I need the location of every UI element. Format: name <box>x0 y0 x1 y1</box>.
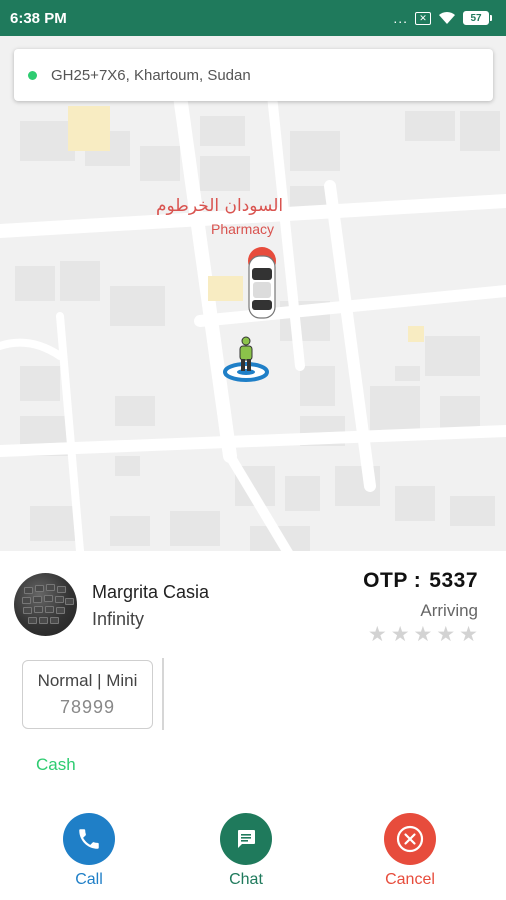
car-marker-icon <box>248 247 276 319</box>
battery-level: 57 <box>463 11 489 25</box>
wifi-icon <box>439 11 455 24</box>
pickup-address-card[interactable]: GH25+7X6, Khartoum, Sudan <box>14 49 493 101</box>
status-icons: ... ✕ 57 <box>393 10 492 26</box>
more-indicator: ... <box>393 10 408 26</box>
star-icon: ★ <box>459 623 478 646</box>
chat-button[interactable]: Chat <box>206 813 286 889</box>
cancel-label: Cancel <box>385 871 435 888</box>
star-icon: ★ <box>436 623 456 646</box>
otp-display: OTP : 5337 <box>363 569 478 593</box>
person-pin-icon <box>223 336 269 382</box>
chat-icon[interactable] <box>220 813 272 865</box>
otp-value: 5337 <box>429 569 478 592</box>
location-dot-icon <box>28 70 37 80</box>
payment-method: Cash <box>36 755 76 774</box>
star-icon: ★ <box>413 623 433 646</box>
chat-label: Chat <box>229 871 263 888</box>
vehicle-type: Normal | Mini <box>37 671 138 690</box>
car-model: Infinity <box>92 609 145 629</box>
trip-status: Arriving <box>420 601 478 620</box>
map-view[interactable] <box>0 36 506 551</box>
status-time: 6:38 PM <box>10 9 67 27</box>
driver-rating: ★ ★ ★ ★ ★ <box>368 624 478 645</box>
cancel-button[interactable]: Cancel <box>370 813 450 889</box>
call-button[interactable]: Call <box>49 813 129 889</box>
otp-label: OTP : <box>363 569 422 592</box>
star-icon: ★ <box>367 623 387 646</box>
driver-name: Margrita Casia <box>92 582 210 602</box>
call-label: Call <box>75 871 103 888</box>
status-bar: 6:38 PM ... ✕ 57 <box>0 0 506 36</box>
driver-avatar <box>14 573 77 636</box>
map-label-pharmacy: Pharmacy <box>211 221 275 237</box>
phone-icon[interactable] <box>63 813 115 865</box>
vehicle-number: 78999 <box>59 697 116 717</box>
divider <box>162 658 164 730</box>
close-circle-icon[interactable] <box>384 813 436 865</box>
vehicle-info-box: Normal | Mini 78999 <box>22 660 153 729</box>
star-icon: ★ <box>390 623 410 646</box>
map-label-arabic: السودان الخرطوم <box>156 196 284 216</box>
battery-icon: 57 <box>463 11 492 25</box>
no-sim-icon: ✕ <box>415 11 431 25</box>
pickup-address: GH25+7X6, Khartoum, Sudan <box>51 66 251 84</box>
